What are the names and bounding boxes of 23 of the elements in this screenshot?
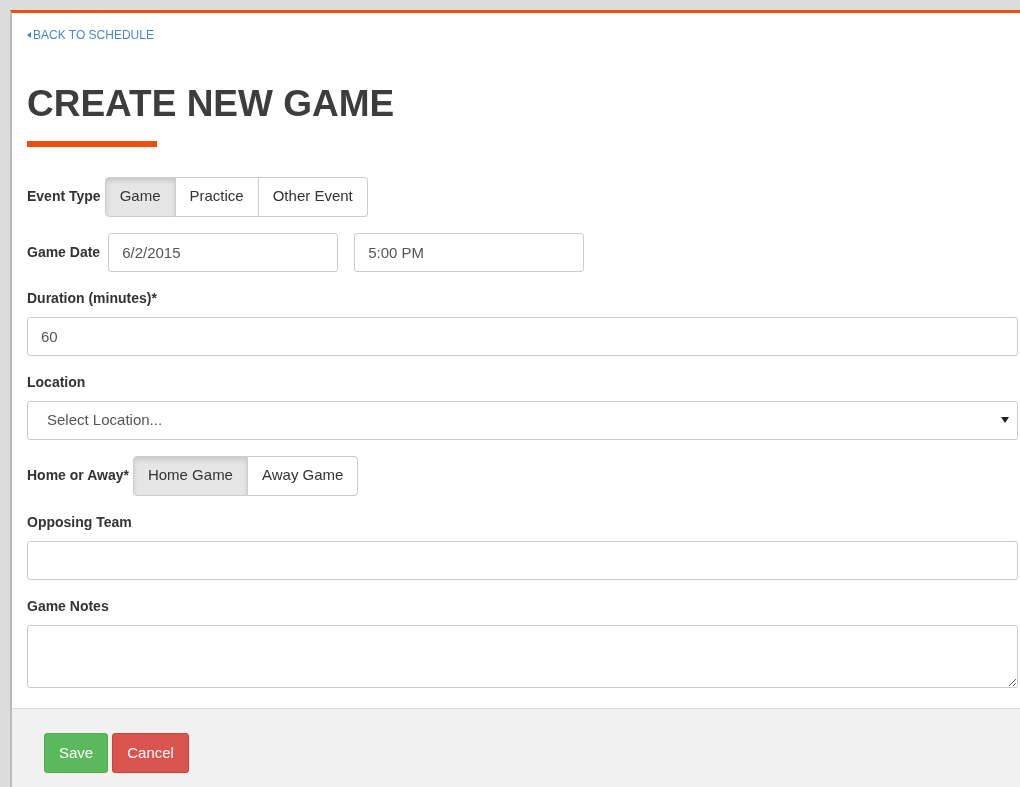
segment-button[interactable]: Home Game	[132, 455, 248, 496]
field-label: Opposing Team	[27, 512, 133, 532]
date-field[interactable]: 6/2/2015	[108, 232, 339, 272]
location-select[interactable]: Select Location...	[27, 400, 1018, 440]
segment-button[interactable]: Away Game	[247, 455, 359, 496]
caret-icon	[1001, 417, 1009, 424]
caret-icon	[27, 32, 31, 38]
field-label: Game Date	[27, 242, 101, 262]
back-link[interactable]: BACK TO SCHEDULE	[27, 26, 154, 44]
cancel-button[interactable]: Cancel	[112, 733, 189, 773]
field-label: Location	[27, 372, 87, 392]
field-label: Game Notes	[27, 596, 110, 616]
time-field[interactable]: 5:00 PM	[354, 232, 585, 272]
segment-button[interactable]: Other Event	[258, 176, 368, 217]
segment-button[interactable]: Practice	[175, 176, 259, 217]
segment-button[interactable]: Game	[104, 176, 176, 217]
opposing-team-field[interactable]	[27, 540, 1018, 580]
duration-field[interactable]: 60	[27, 316, 1018, 356]
field-label: Duration (minutes)*	[27, 288, 158, 308]
game-notes-field[interactable]	[27, 624, 1018, 688]
field-label: Home or Away*	[27, 466, 129, 486]
page-title: CREATE NEW GAME	[27, 84, 396, 125]
field-label: Event Type	[27, 187, 101, 207]
